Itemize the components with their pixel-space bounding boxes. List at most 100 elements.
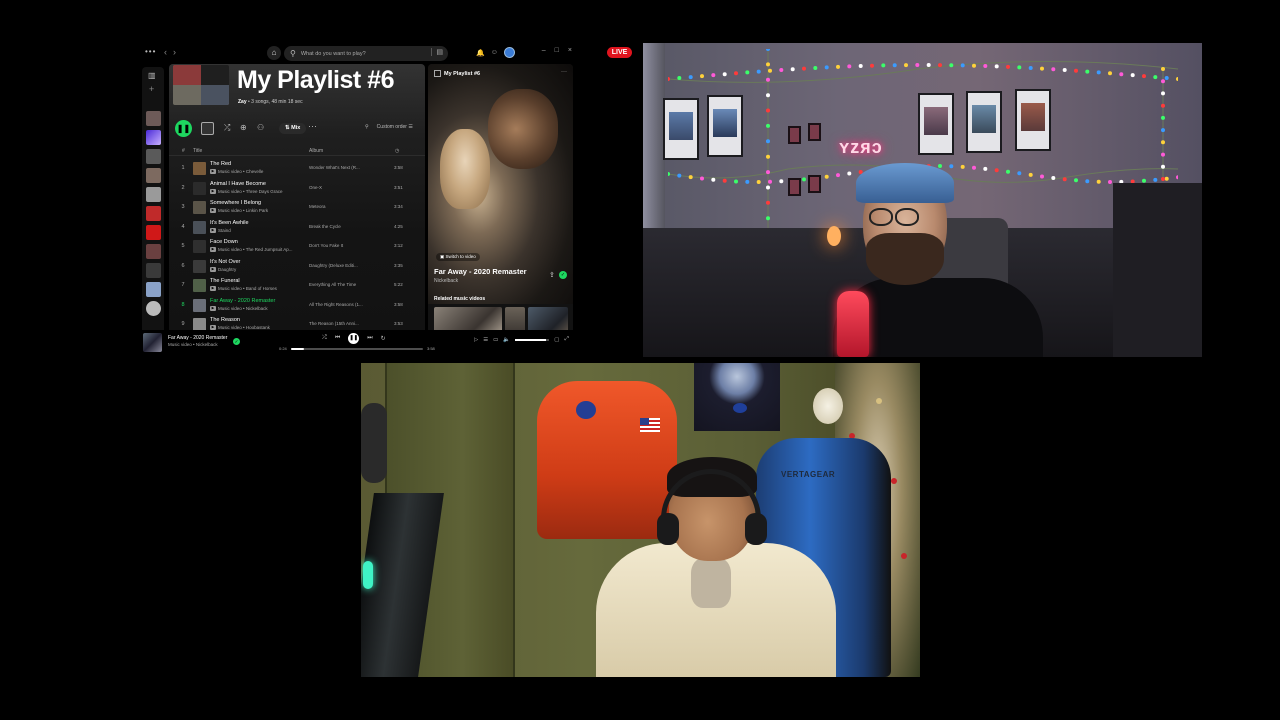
browse-icon[interactable]: ▤ bbox=[431, 48, 443, 56]
track-artist[interactable]: ▶ Staind bbox=[210, 228, 231, 233]
mix-button[interactable]: ⇅ Mix bbox=[279, 123, 307, 134]
shuffle-icon[interactable]: ⤮ bbox=[322, 335, 327, 342]
track-row[interactable]: 5 Face Down ▶ Music video • The Red Jumpsui… bbox=[169, 238, 425, 257]
track-artist[interactable]: ▶ Music video • Band of Horses bbox=[210, 286, 277, 292]
track-title[interactable]: The Red bbox=[210, 161, 231, 167]
track-artist[interactable]: ▶ Music video • Linkin Park bbox=[210, 208, 268, 214]
more-icon[interactable]: ··· bbox=[561, 69, 567, 75]
saved-check-icon[interactable]: ✓ bbox=[233, 338, 240, 345]
preview-thumbnail[interactable] bbox=[201, 122, 214, 135]
menu-icon[interactable]: ••• bbox=[145, 47, 156, 56]
track-row[interactable]: 6 It's Not Over ▶ Daughtry Daughtry (Deluxe … bbox=[169, 258, 425, 277]
library-item[interactable] bbox=[146, 168, 161, 183]
player-track-title[interactable]: Far Away - 2020 Remaster bbox=[168, 335, 227, 341]
minimize-icon[interactable]: – bbox=[542, 47, 546, 54]
track-title[interactable]: Animal I Have Become bbox=[210, 181, 266, 187]
home-icon[interactable]: ⌂ bbox=[267, 46, 281, 60]
track-row[interactable]: 1 The Red ▶ Music video • Chevelle Wonder Wh… bbox=[169, 160, 425, 179]
track-album[interactable]: Wonder What's Next (R... bbox=[309, 165, 365, 170]
track-row[interactable]: 7 The Funeral ▶ Music video • Band of Horse… bbox=[169, 277, 425, 296]
light-bulb bbox=[1153, 75, 1158, 80]
more-options-icon[interactable]: ··· bbox=[308, 121, 317, 131]
player-cover[interactable] bbox=[143, 333, 162, 352]
track-row[interactable]: 8 Far Away - 2020 Remaster ▶ Music video • … bbox=[169, 297, 425, 316]
track-album[interactable]: Break the Cycle bbox=[309, 224, 365, 229]
friends-icon[interactable]: ☺ bbox=[491, 49, 498, 56]
add-user-icon[interactable]: ⚇ bbox=[257, 123, 264, 132]
news-icon[interactable]: 🔔 bbox=[476, 49, 485, 57]
pause-button[interactable]: ❚❚ bbox=[348, 333, 360, 344]
shuffle-icon[interactable]: ⤮ bbox=[224, 123, 230, 133]
track-artist[interactable]: ▶ Music video • Chevelle bbox=[210, 169, 263, 175]
track-album[interactable]: Don't You Fake It bbox=[309, 243, 365, 248]
share-icon[interactable]: ⇪ bbox=[549, 271, 555, 279]
create-icon[interactable]: + bbox=[149, 84, 154, 94]
flag-patch bbox=[640, 418, 660, 432]
light-bulb bbox=[802, 177, 806, 182]
mini-player-icon[interactable]: ▢ bbox=[554, 337, 559, 343]
avatar[interactable] bbox=[503, 47, 515, 58]
liked-songs-item[interactable] bbox=[146, 130, 161, 145]
close-icon[interactable]: × bbox=[568, 47, 572, 54]
volume-slider[interactable] bbox=[515, 338, 550, 341]
track-title[interactable]: Somewhere I Belong bbox=[210, 200, 261, 206]
volume-icon[interactable]: 🔈 bbox=[503, 337, 510, 343]
track-title[interactable]: It's Been Awhile bbox=[210, 220, 249, 226]
light-bulb bbox=[949, 164, 954, 169]
saved-check-icon[interactable]: ✓ bbox=[559, 271, 567, 279]
track-artist[interactable]: ▶ Music video • The Red Jumpsuit Ap... bbox=[210, 247, 293, 253]
track-artist[interactable]: ▶ Music video • Nickelback bbox=[210, 306, 268, 311]
light-bulb bbox=[734, 71, 738, 76]
library-item[interactable] bbox=[146, 111, 161, 126]
library-item[interactable] bbox=[146, 225, 161, 240]
track-row[interactable]: 2 Animal I Have Become ▶ Music video • Thre… bbox=[169, 180, 425, 199]
now-playing-artist[interactable]: Nickelback bbox=[434, 278, 458, 284]
track-artist[interactable]: ▶ Music video • Three Days Grace bbox=[210, 189, 283, 194]
track-album[interactable]: Meteora bbox=[309, 204, 365, 209]
library-item[interactable] bbox=[146, 206, 161, 221]
library-item[interactable] bbox=[146, 187, 161, 202]
track-album[interactable]: The Reason (15th Anni... bbox=[309, 321, 365, 326]
progress-bar[interactable] bbox=[291, 348, 423, 350]
repeat-icon[interactable]: ↻ bbox=[381, 335, 386, 342]
library-item[interactable] bbox=[146, 263, 161, 278]
track-artist[interactable]: ▶ Daughtry bbox=[210, 267, 236, 272]
library-item[interactable] bbox=[146, 282, 161, 297]
devices-icon[interactable]: ▭ bbox=[493, 337, 498, 343]
fullscreen-icon[interactable]: ⤢ bbox=[564, 336, 568, 343]
track-row[interactable]: 4 It's Been Awhile ▶ Staind Break the Cycle 4… bbox=[169, 219, 425, 238]
previous-icon[interactable]: ⏮ bbox=[335, 335, 340, 342]
search-input[interactable]: ⚲ What do you want to play? ▤ bbox=[284, 46, 448, 61]
maximize-icon[interactable]: □ bbox=[555, 47, 559, 54]
track-title[interactable]: Face Down bbox=[210, 239, 238, 245]
track-album[interactable]: All The Right Reasons (1... bbox=[309, 302, 365, 307]
library-item[interactable] bbox=[146, 244, 161, 259]
playlist-owner[interactable]: Zay bbox=[238, 99, 247, 105]
player-track-subtitle[interactable]: Music video • Nickelback bbox=[168, 342, 218, 347]
library-icon[interactable]: ▥ bbox=[148, 71, 156, 80]
library-item[interactable] bbox=[146, 301, 161, 316]
track-row[interactable]: 3 Somewhere I Belong ▶ Music video • Linkin… bbox=[169, 199, 425, 218]
back-icon[interactable]: ‹ bbox=[164, 47, 167, 57]
track-album[interactable]: Daughtry (Deluxe Editi... bbox=[309, 263, 365, 268]
track-title[interactable]: The Reason bbox=[210, 317, 240, 323]
sort-label: Custom order bbox=[376, 124, 407, 130]
track-title[interactable]: Far Away - 2020 Remaster bbox=[210, 298, 275, 304]
track-title[interactable]: The Funeral bbox=[210, 278, 240, 284]
queue-icon[interactable]: ☰ bbox=[483, 337, 488, 343]
track-album[interactable]: One-X bbox=[309, 185, 365, 190]
download-icon[interactable]: ⊕ bbox=[240, 123, 247, 132]
sort-control[interactable]: ⚲ Custom order ☰ bbox=[365, 124, 413, 130]
track-title[interactable]: It's Not Over bbox=[210, 259, 240, 265]
forward-icon[interactable]: › bbox=[173, 47, 176, 57]
switch-to-video-button[interactable]: ▣ Switch to video bbox=[436, 253, 480, 261]
track-album[interactable]: Everything All The Time bbox=[309, 282, 365, 287]
microphone bbox=[837, 291, 869, 357]
light-bulb bbox=[824, 65, 829, 70]
pause-button[interactable]: ❚❚ bbox=[175, 120, 192, 137]
next-icon[interactable]: ⏭ bbox=[367, 335, 372, 342]
now-playing-view-icon[interactable]: ▷ bbox=[474, 337, 478, 343]
search-icon[interactable]: ⚲ bbox=[365, 124, 369, 130]
library-item[interactable] bbox=[146, 149, 161, 164]
now-playing-song[interactable]: Far Away - 2020 Remaster bbox=[434, 267, 527, 276]
